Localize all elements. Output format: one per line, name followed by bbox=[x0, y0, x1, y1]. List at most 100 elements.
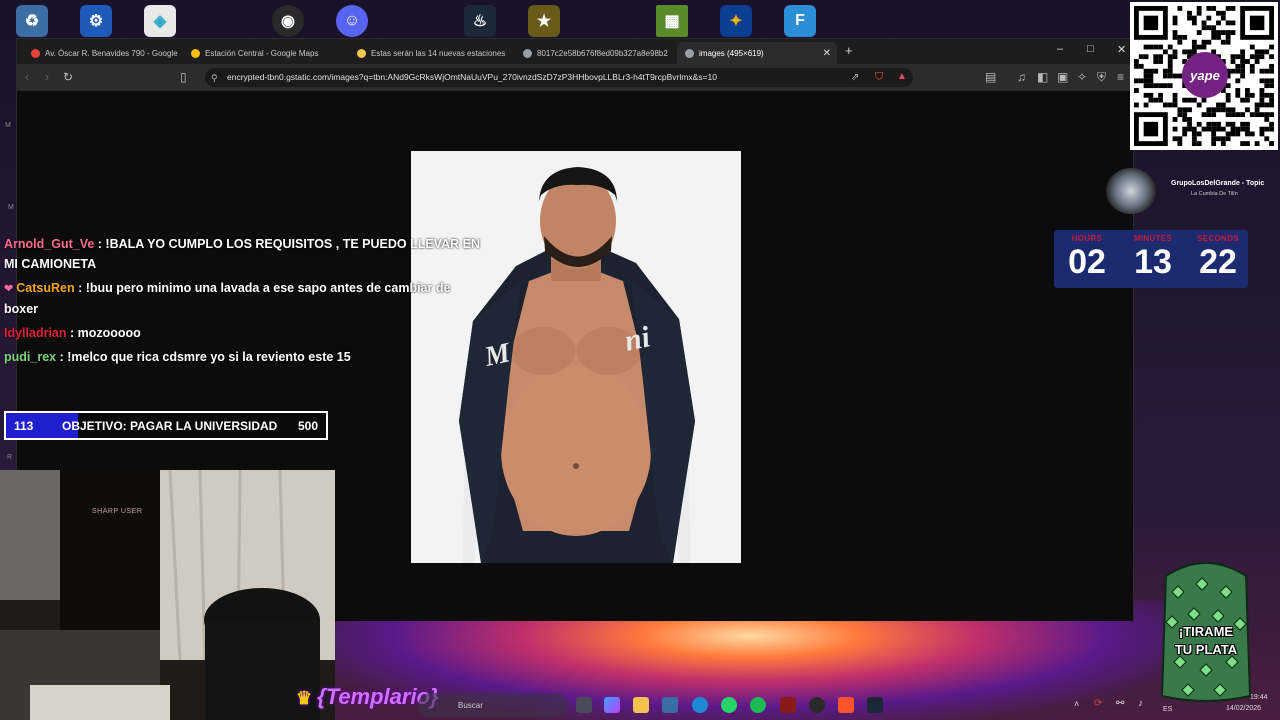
qr-module bbox=[1269, 92, 1274, 98]
file-explorer-icon[interactable] bbox=[633, 697, 649, 713]
qr-module bbox=[1240, 73, 1246, 79]
qr-module bbox=[1191, 15, 1197, 21]
language-indicator[interactable]: ES bbox=[1163, 706, 1172, 713]
forward-icon[interactable]: › bbox=[45, 70, 49, 84]
chat-message: Arnold_Gut_Ve : !BALA YO CUMPLO LOS REQU… bbox=[4, 237, 480, 271]
qr-module bbox=[1148, 92, 1154, 98]
qr-module bbox=[1201, 112, 1207, 118]
counter-strike-icon[interactable]: ✦ bbox=[720, 5, 752, 37]
copilot-icon[interactable] bbox=[604, 697, 620, 713]
wallet-icon[interactable]: ▣ bbox=[1057, 70, 1068, 84]
qr-module bbox=[1225, 34, 1231, 40]
diamond-app-icon[interactable]: ◈ bbox=[144, 5, 176, 37]
qr-module bbox=[1235, 88, 1241, 93]
qr-module bbox=[1201, 25, 1207, 31]
qr-module bbox=[1201, 20, 1207, 26]
steam-icon[interactable]: ♨ bbox=[464, 5, 496, 37]
back-icon[interactable]: ‹ bbox=[25, 70, 29, 84]
qr-module bbox=[1172, 15, 1178, 21]
tab-hash[interactable]: 8017c2e58b676f8ed09b327a8e98b2 bbox=[515, 42, 681, 64]
tab-images-active[interactable]: images (495×619) ✕ bbox=[677, 42, 837, 64]
qr-module bbox=[1153, 54, 1159, 60]
new-tab-button[interactable]: + bbox=[845, 43, 853, 58]
webcam-scene bbox=[0, 470, 335, 720]
qr-module bbox=[1182, 117, 1188, 122]
menu-icon[interactable]: ≡ bbox=[1117, 70, 1124, 84]
share-icon[interactable]: ⇗ bbox=[851, 71, 859, 85]
network-icon[interactable]: ⚯ bbox=[1116, 698, 1124, 709]
microphone-icon[interactable]: ♪ bbox=[1138, 698, 1143, 709]
qr-module bbox=[1269, 83, 1274, 89]
taskbar-search[interactable]: Buscar bbox=[418, 693, 568, 717]
sidebar-icon[interactable]: ◧ bbox=[1037, 70, 1048, 84]
game-launcher-icon[interactable] bbox=[780, 697, 796, 713]
reload-icon[interactable]: ↻ bbox=[63, 70, 73, 84]
tab-close-icon[interactable]: ✕ bbox=[823, 48, 831, 59]
qr-module bbox=[1269, 141, 1274, 146]
obs-icon[interactable]: ◉ bbox=[272, 5, 304, 37]
minimize-button[interactable]: – bbox=[1057, 43, 1063, 55]
app-launcher-icon[interactable]: ⚙ bbox=[80, 5, 112, 37]
discord-icon[interactable]: ☺ bbox=[336, 5, 368, 37]
qr-module bbox=[1264, 136, 1270, 142]
qr-module bbox=[1264, 83, 1270, 89]
qr-module bbox=[1177, 136, 1183, 142]
qr-module bbox=[1249, 63, 1255, 69]
site-info-icon[interactable]: ⚲ bbox=[211, 71, 218, 85]
whatsapp-icon[interactable] bbox=[721, 697, 737, 713]
chat-username: CatsuRen bbox=[16, 281, 75, 295]
spotify-icon[interactable] bbox=[750, 697, 766, 713]
clock-date[interactable]: 14/02/2026 bbox=[1226, 705, 1261, 712]
maximize-button[interactable]: □ bbox=[1087, 43, 1094, 55]
tab-estaciones[interactable]: Estas serán las 14 nuevas estaciones bbox=[349, 42, 515, 64]
reader-mode-icon[interactable]: ▤ bbox=[985, 70, 996, 84]
qr-module bbox=[1211, 30, 1217, 35]
vpn-icon[interactable]: ⛨ bbox=[1097, 70, 1106, 84]
url-text: encrypted-tbn0.gstatic.com/images?q=tbn:… bbox=[227, 72, 717, 82]
qr-module bbox=[1216, 136, 1221, 142]
leo-ai-icon[interactable]: ✧ bbox=[1077, 70, 1087, 84]
qr-module bbox=[1162, 73, 1168, 79]
address-bar[interactable]: ⚲ encrypted-tbn0.gstatic.com/images?q=tb… bbox=[205, 68, 913, 87]
maps-pin-icon bbox=[31, 48, 40, 58]
close-window-button[interactable]: ✕ bbox=[1117, 43, 1126, 56]
obs-taskbar-icon[interactable] bbox=[809, 697, 825, 713]
bookmark-icon[interactable]: ▯ bbox=[180, 70, 187, 84]
qr-finder-pattern bbox=[1143, 121, 1159, 137]
qr-module bbox=[1249, 112, 1255, 118]
brave-taskbar-icon[interactable] bbox=[838, 697, 854, 713]
qr-module bbox=[1245, 107, 1250, 113]
store-icon[interactable] bbox=[662, 697, 678, 713]
qr-module bbox=[1187, 10, 1192, 16]
brave-shields-icon[interactable]: ⛉ bbox=[875, 70, 883, 84]
brave-rewards-icon[interactable]: ▲ bbox=[897, 70, 907, 84]
qr-module bbox=[1143, 68, 1149, 74]
clock-time[interactable]: 19:44 bbox=[1250, 694, 1268, 701]
recycle-bin-icon[interactable]: ♻ bbox=[16, 5, 48, 37]
qr-module bbox=[1211, 6, 1217, 11]
qr-module bbox=[1134, 59, 1139, 64]
tray-sync-icon[interactable]: ⟳ bbox=[1094, 698, 1102, 709]
tray-chevron-icon[interactable]: ˄ bbox=[1074, 699, 1079, 709]
task-view-icon[interactable] bbox=[576, 697, 592, 713]
qr-module bbox=[1206, 39, 1212, 45]
game-icon[interactable]: ★ bbox=[528, 5, 560, 37]
fortnite-icon[interactable]: F bbox=[784, 5, 816, 37]
qr-module bbox=[1196, 6, 1202, 11]
qr-module bbox=[1177, 39, 1183, 45]
media-icon[interactable]: ♫ bbox=[1017, 70, 1026, 84]
globe-icon bbox=[685, 48, 694, 58]
desktop-fragment: M bbox=[8, 204, 14, 211]
tab-benavides[interactable]: Av. Óscar R. Benavides 790 - Google bbox=[23, 42, 183, 64]
qr-module bbox=[1167, 73, 1173, 79]
qr-module bbox=[1249, 92, 1255, 98]
edge-icon[interactable] bbox=[692, 697, 708, 713]
tab-estacion-central[interactable]: Estación Central - Google Maps bbox=[183, 42, 349, 64]
qr-module bbox=[1245, 131, 1250, 137]
qr-module bbox=[1240, 126, 1246, 132]
qr-module bbox=[1269, 121, 1274, 127]
qr-module bbox=[1211, 126, 1217, 132]
qr-module bbox=[1230, 121, 1236, 127]
minecraft-icon[interactable]: ▦ bbox=[656, 5, 688, 37]
steam-taskbar-icon[interactable] bbox=[867, 697, 883, 713]
